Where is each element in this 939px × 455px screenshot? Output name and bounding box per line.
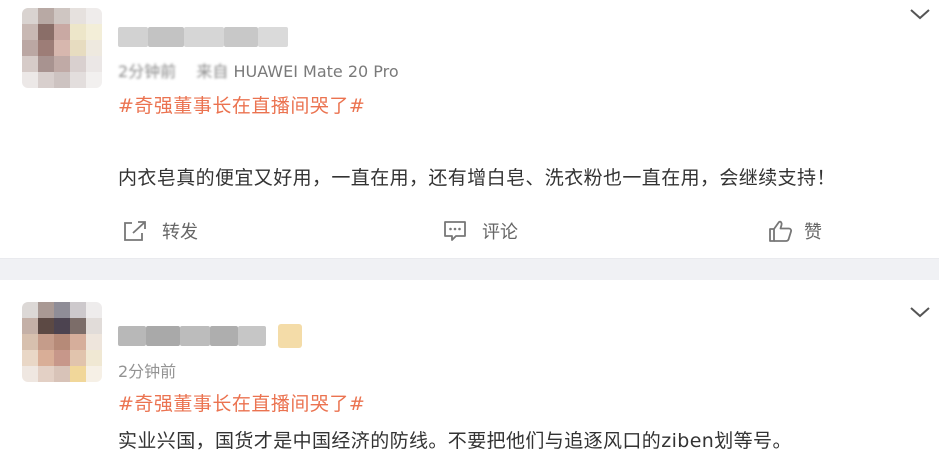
chevron-down-icon[interactable] bbox=[909, 304, 931, 320]
post-content: 内衣皂真的便宜又好用，一直在用，还有增白皂、洗衣粉也一直在用，会继续支持！ bbox=[118, 167, 836, 189]
post-card: 2分钟前 #奇强董事长在直播间哭了# 实业兴国，国货才是中国经济的防线。不要把他… bbox=[0, 280, 939, 455]
thumbs-up-icon bbox=[769, 220, 793, 242]
device-name[interactable]: HUAWEI Mate 20 Pro bbox=[233, 62, 398, 81]
member-badge[interactable] bbox=[278, 324, 302, 348]
comment-button[interactable]: 评论 bbox=[442, 218, 518, 244]
post-time: 2分钟前 bbox=[118, 62, 177, 81]
source-prefix: 来自 bbox=[196, 62, 229, 81]
post-meta: 2分钟前 bbox=[118, 358, 176, 382]
comment-label: 评论 bbox=[482, 222, 518, 243]
post-card: 2分钟前 来自 HUAWEI Mate 20 Pro #奇强董事长在直播间哭了#… bbox=[0, 0, 939, 258]
post-separator bbox=[0, 258, 939, 280]
post-time: 2分钟前 bbox=[118, 362, 177, 381]
avatar[interactable] bbox=[22, 8, 102, 88]
post-content: 实业兴国，国货才是中国经济的防线。不要把他们与追逐风口的ziben划等号。 bbox=[118, 430, 792, 452]
comment-bubble-icon bbox=[444, 221, 466, 241]
like-label: 赞 bbox=[804, 222, 822, 243]
hashtag-link[interactable]: #奇强董事长在直播间哭了# bbox=[118, 389, 365, 416]
repost-label: 转发 bbox=[162, 222, 198, 243]
username-blurred[interactable] bbox=[118, 26, 293, 48]
like-button[interactable]: 赞 bbox=[768, 218, 822, 244]
post-meta: 2分钟前 来自 HUAWEI Mate 20 Pro bbox=[118, 58, 399, 82]
repost-button[interactable]: 转发 bbox=[122, 218, 198, 244]
hashtag-link[interactable]: #奇强董事长在直播间哭了# bbox=[118, 91, 365, 118]
username-blurred[interactable] bbox=[118, 325, 268, 347]
avatar[interactable] bbox=[22, 302, 102, 382]
share-square-icon bbox=[124, 221, 146, 241]
chevron-down-icon[interactable] bbox=[909, 6, 931, 22]
weibo-feed: 2分钟前 来自 HUAWEI Mate 20 Pro #奇强董事长在直播间哭了#… bbox=[0, 0, 939, 455]
